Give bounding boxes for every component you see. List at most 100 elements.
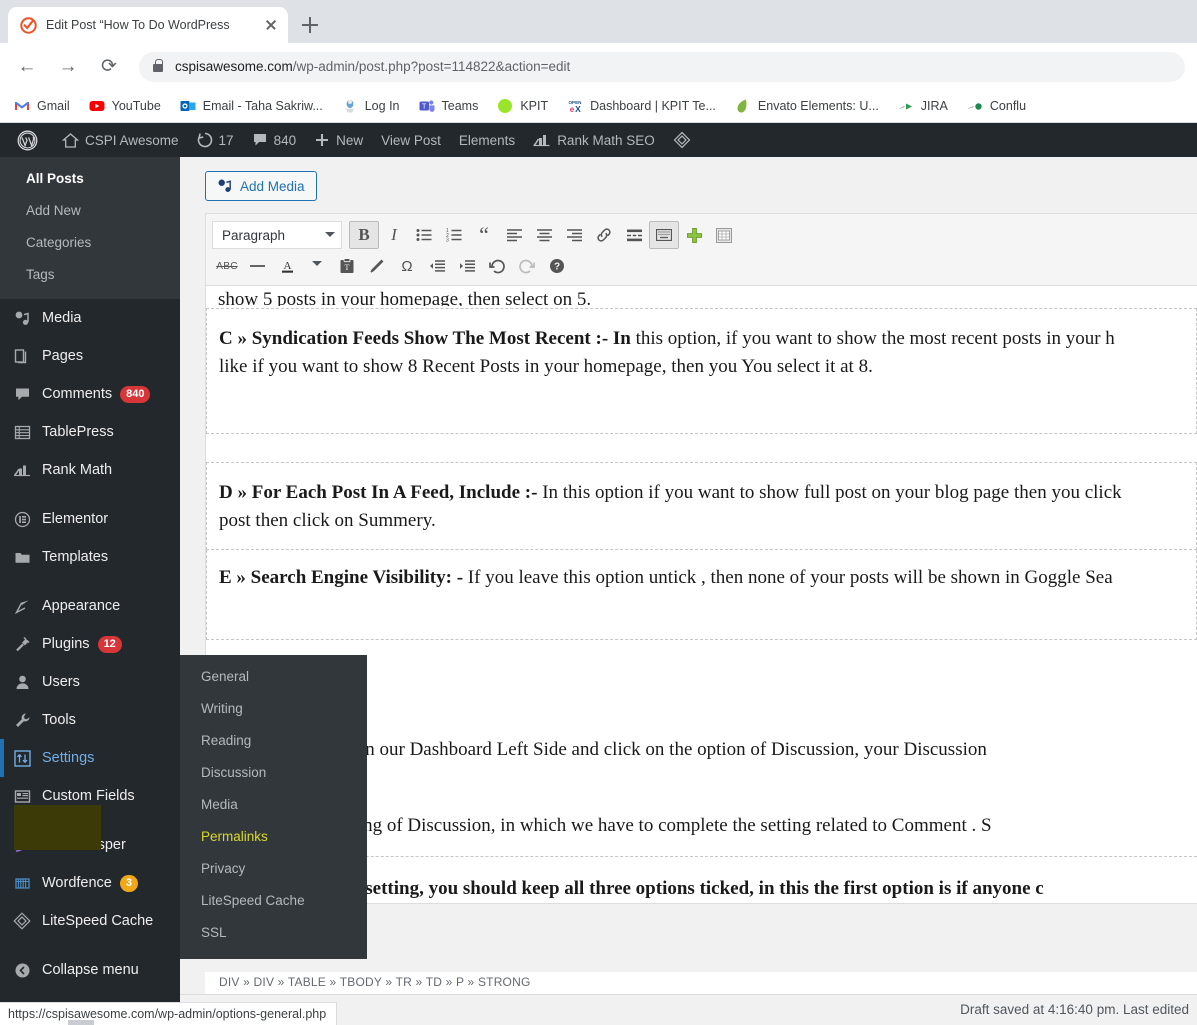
sidebar-item-comments[interactable]: Comments 840 [0,375,180,413]
flyout-item-writing[interactable]: Writing [180,693,367,725]
flyout-item-general[interactable]: General [180,661,367,693]
bookmark-confluence[interactable]: Conflu [967,98,1026,114]
sidebar-item-plugins[interactable]: Plugins 12 [0,625,180,663]
new-content-menu[interactable]: New [305,123,372,157]
insert-link-button[interactable] [589,221,619,249]
reload-button[interactable]: ⟳ [94,52,124,82]
new-tab-button[interactable] [296,11,324,39]
flyout-item-ssl[interactable]: SSL [180,917,367,949]
updates-menu[interactable]: 17 [188,123,243,157]
elementor-icon [11,509,33,529]
format-select[interactable]: Paragraph [212,221,342,249]
comments-menu[interactable]: 840 [243,123,306,157]
clear-formatting-button[interactable] [362,252,392,280]
decrease-indent-button[interactable] [422,252,452,280]
bookmark-dashboard[interactable]: OPEN e X Dashboard | KPIT Te... [567,98,716,114]
bookmark-label: KPIT [520,99,549,113]
tablepress-button[interactable] [709,221,739,249]
rank-math-menu[interactable]: Rank Math SEO [524,123,664,157]
sidebar-item-settings[interactable]: Settings [0,739,180,777]
sidebar-item-media[interactable]: Media [0,299,180,337]
content-block-c[interactable]: C » Syndication Feeds Show The Most Rece… [206,308,1197,435]
keyboard-shortcuts-button[interactable]: ? [542,252,572,280]
flyout-item-media[interactable]: Media [180,789,367,821]
green-circle-icon [497,98,513,114]
sidebar-item-templates[interactable]: Templates [0,538,180,576]
sidebar-item-collapse-menu[interactable]: Collapse menu [0,951,180,989]
litespeed-menu[interactable] [664,123,706,157]
flyout-item-privacy[interactable]: Privacy [180,853,367,885]
settings-flyout-menu: General Writing Reading Discussion Media… [180,655,367,959]
browser-toolbar: ← → ⟳ cspisawesome.com/wp-admin/post.php… [0,43,1197,90]
horizontal-scrollbar-thumb[interactable] [68,1020,94,1025]
align-right-button[interactable] [559,221,589,249]
text-color-button[interactable]: A [272,252,302,280]
content-block-d[interactable]: D » For Each Post In A Feed, Include :- … [206,462,1197,551]
strikethrough-button[interactable]: ABC [212,252,242,280]
bookmark-gmail[interactable]: Gmail [14,98,70,114]
sidebar-item-categories[interactable]: Categories [0,227,180,259]
forward-button[interactable]: → [53,52,83,82]
text-color-caret[interactable] [302,252,332,280]
site-name-menu[interactable]: CSPI Awesome [53,123,188,157]
view-post-link[interactable]: View Post [372,123,450,157]
bullet-list-button[interactable] [409,221,439,249]
bookmark-email[interactable]: Email - Taha Sakriw... [180,98,323,114]
read-more-button[interactable] [619,221,649,249]
bookmark-teams[interactable]: T Teams [419,98,478,114]
close-icon[interactable] [262,16,280,34]
redo-button[interactable] [512,252,542,280]
bookmark-envato[interactable]: Envato Elements: U... [735,98,879,114]
undo-button[interactable] [482,252,512,280]
sidebar-label: TablePress [42,424,114,440]
wp-logo-menu[interactable] [8,123,53,157]
sidebar-label: Users [42,674,80,690]
bold-button[interactable]: B [349,221,379,249]
flyout-item-reading[interactable]: Reading [180,725,367,757]
flyout-item-permalinks[interactable]: Permalinks [180,821,367,853]
sidebar-label: Collapse menu [42,962,139,978]
sidebar-item-all-posts[interactable]: All Posts [0,163,180,195]
bookmark-youtube[interactable]: YouTube [89,98,161,114]
align-center-button[interactable] [529,221,559,249]
italic-button[interactable]: I [379,221,409,249]
browser-window: Edit Post “How To Do WordPress ← → ⟳ csp… [0,0,1197,1025]
horizontal-rule-button[interactable] [242,252,272,280]
blockquote-button[interactable]: “ [469,221,499,249]
increase-indent-button[interactable] [452,252,482,280]
sidebar-item-tools[interactable]: Tools [0,701,180,739]
align-left-button[interactable] [499,221,529,249]
sidebar-item-appearance[interactable]: Appearance [0,587,180,625]
templates-icon [11,547,33,567]
bookmark-jira[interactable]: JIRA [898,98,948,114]
elements-menu[interactable]: Elements [450,123,524,157]
flyout-item-litespeed-cache[interactable]: LiteSpeed Cache [180,885,367,917]
bookmark-login[interactable]: Log In [342,98,400,114]
numbered-list-button[interactable]: 123 [439,221,469,249]
sidebar-item-litespeed-cache[interactable]: LiteSpeed Cache [0,902,180,940]
sidebar-item-wordfence[interactable]: Wordfence 3 [0,864,180,902]
add-media-button[interactable]: Add Media [205,171,317,201]
sidebar-item-elementor[interactable]: Elementor [0,500,180,538]
sidebar-item-users[interactable]: Users [0,663,180,701]
sidebar-item-add-new[interactable]: Add New [0,195,180,227]
flyout-item-discussion[interactable]: Discussion [180,757,367,789]
paste-as-text-button[interactable]: T [332,252,362,280]
browser-tab[interactable]: Edit Post “How To Do WordPress [8,7,288,43]
add-block-button[interactable] [679,221,709,249]
back-button[interactable]: ← [12,52,42,82]
address-bar[interactable]: cspisawesome.com/wp-admin/post.php?post=… [139,51,1185,82]
bookmark-kpit[interactable]: KPIT [497,98,548,114]
block-c-line-2: like if you want to show 8 Recent Posts … [219,353,1184,381]
sidebar-label: Rank Math [42,462,113,478]
sidebar-item-rank-math[interactable]: Rank Math [0,451,180,489]
content-block-e[interactable]: E » Search Engine Visibility: - If you l… [206,550,1197,640]
view-post-label: View Post [381,132,441,148]
sidebar-item-pages[interactable]: Pages [0,337,180,375]
svg-text:T: T [422,103,427,110]
sidebar-item-tags[interactable]: Tags [0,259,180,291]
toolbar-toggle-button[interactable] [649,221,679,249]
sidebar-item-tablepress[interactable]: TablePress [0,413,180,451]
special-character-button[interactable]: Ω [392,252,422,280]
block-e-lead: E » Search Engine Visibility: - [219,567,464,589]
